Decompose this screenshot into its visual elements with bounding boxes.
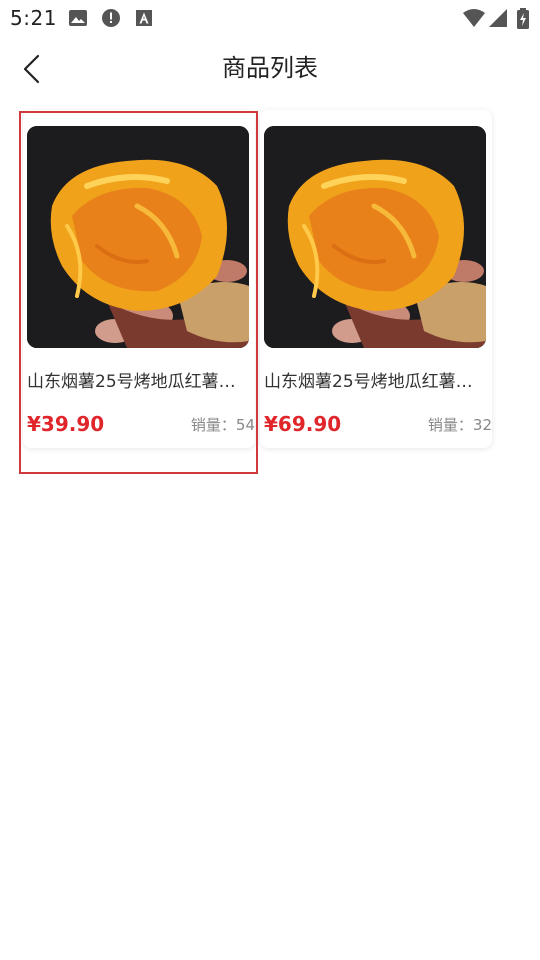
nav-bar: 商品列表 (0, 36, 540, 102)
product-image (27, 126, 249, 348)
product-sales: 销量：32 (427, 416, 492, 434)
status-time: 5:21 (10, 6, 57, 30)
product-card[interactable]: 山东烟薯25号烤地瓜红薯… ¥39.90 销量：54 (23, 110, 255, 448)
font-icon (134, 8, 154, 28)
alert-icon (101, 8, 121, 28)
product-name: 山东烟薯25号烤地瓜红薯… (27, 372, 236, 392)
battery-charging-icon (516, 8, 530, 29)
page-title: 商品列表 (222, 54, 318, 82)
image-icon (68, 8, 88, 28)
product-sales: 销量：54 (190, 416, 255, 434)
product-card[interactable]: 山东烟薯25号烤地瓜红薯… ¥69.90 销量：32 (260, 110, 492, 448)
signal-icon (488, 8, 508, 28)
product-name: 山东烟薯25号烤地瓜红薯… (264, 372, 473, 392)
product-price: ¥39.90 (27, 412, 105, 436)
product-image (264, 126, 486, 348)
status-bar: 5:21 (0, 0, 540, 36)
product-price: ¥69.90 (264, 412, 342, 436)
wifi-icon (462, 8, 486, 28)
